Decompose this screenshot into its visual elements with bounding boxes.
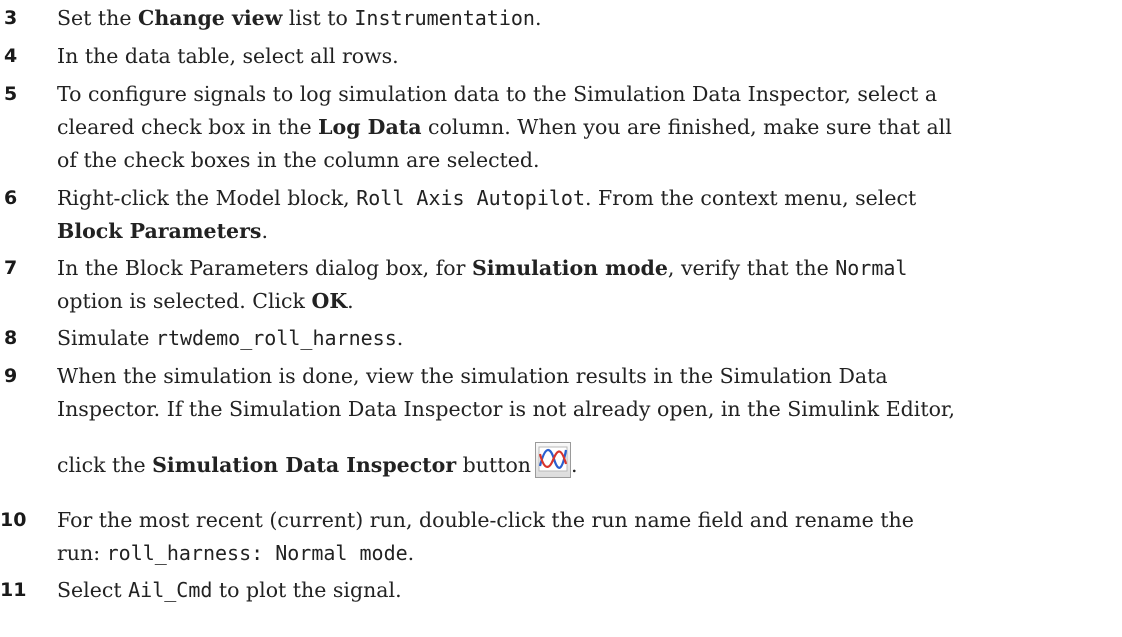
step-number: 11: [0, 579, 27, 601]
step-number: 4: [4, 45, 18, 67]
step-text: Set the Change view list to Instrumentat…: [57, 6, 542, 30]
step-number: 9: [4, 365, 18, 387]
step-text: Select Ail_Cmd to plot the signal.: [57, 578, 402, 602]
step-text: Simulate rtwdemo_roll_harness.: [57, 326, 404, 350]
step-text: Right-click the Model block, Roll Axis A…: [57, 186, 917, 243]
step-number: 7: [4, 257, 18, 279]
step-text: For the most recent (current) run, doubl…: [57, 508, 914, 565]
simulation-data-inspector-icon: [535, 442, 572, 478]
step-text: To configure signals to log simulation d…: [57, 82, 952, 172]
step-number: 3: [4, 7, 18, 29]
step-text: In the data table, select all rows.: [57, 44, 399, 68]
step-text: When the simulation is done, view the si…: [57, 364, 955, 478]
step-number: 8: [4, 327, 18, 349]
step-text: In the Block Parameters dialog box, for …: [57, 256, 908, 313]
step-number: 10: [0, 509, 27, 531]
step-number: 5: [4, 83, 18, 105]
step-number: 6: [4, 187, 18, 209]
